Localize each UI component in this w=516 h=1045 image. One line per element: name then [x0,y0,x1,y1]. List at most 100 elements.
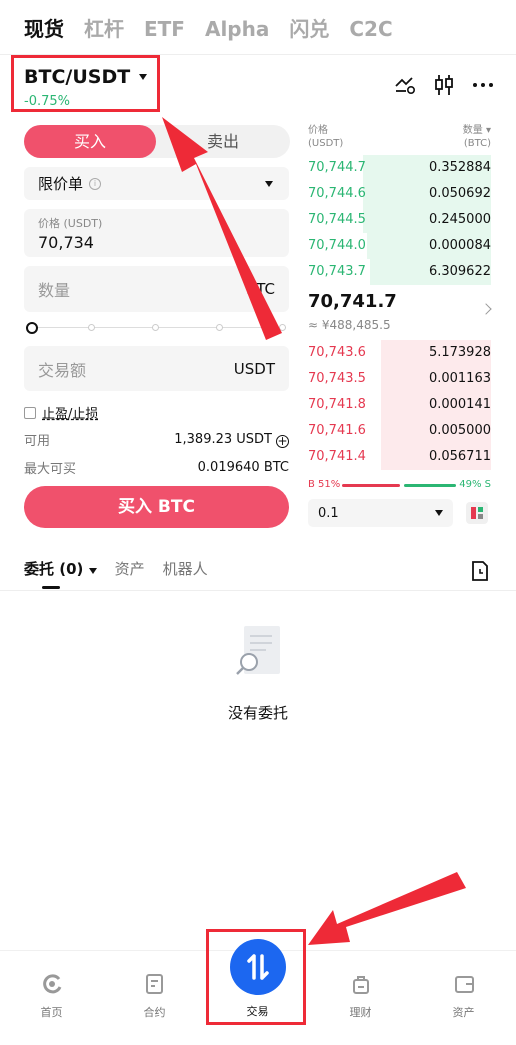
tab-open-orders[interactable]: 委托 (0) [24,558,97,579]
available-label: 可用 [24,434,51,449]
home-icon [43,974,62,994]
price-label: 价格 (USDT) [38,217,103,230]
price-alert-icon[interactable] [394,75,416,95]
ask-qty: 0.245000 [428,212,491,227]
available-row: 可用 1,389.23 USDT + [24,430,289,449]
bid-price: 70,741.6 [308,423,366,438]
tab-etf[interactable]: ETF [144,14,185,46]
empty-orders-icon [236,626,280,675]
slider-step-75[interactable] [216,324,223,331]
tab-spot[interactable]: 现货 [24,14,64,46]
nav-earn[interactable]: 理财 [309,951,412,1045]
tab-open-orders-label: 委托 (0) [24,560,84,578]
earn-icon [353,976,369,994]
ask-qty: 0.000084 [428,238,491,253]
ask-row[interactable]: 70,744.5 0.245000 [308,207,491,233]
candlestick-chart-icon[interactable] [434,74,454,96]
amount-input[interactable]: 数量 BTC [24,266,289,312]
bid-qty: 5.173928 [428,345,491,360]
total-placeholder: 交易额 [38,360,87,380]
bid-price: 70,741.4 [308,449,366,464]
market-tabs: 现货 杠杆 ETF Alpha 闪兑 C2C [24,14,393,46]
depth-value: 0.1 [318,505,339,521]
buy-tab[interactable]: 买入 [24,125,156,158]
price-value[interactable]: 70,734 [38,233,275,252]
tab-margin[interactable]: 杠杆 [84,14,124,46]
max-buy-row: 最大可买 0.019640 BTC [24,458,289,477]
order-tabs: 委托 (0) 资产 机器人 [24,558,208,579]
nav-assets[interactable]: 资产 [412,951,515,1045]
header-actions [394,74,494,96]
ask-row[interactable]: 70,744.6 0.050692 [308,181,491,207]
annotation-arrow-trade [308,872,466,945]
tab-bots[interactable]: 机器人 [163,558,208,579]
bid-row[interactable]: 70,741.4 0.056711 [308,444,491,470]
chevron-right-icon[interactable] [480,303,492,315]
info-icon[interactable]: i [89,177,102,190]
orders-divider [0,590,516,591]
caret-down-icon [88,568,97,574]
amount-slider[interactable] [24,321,289,335]
price-input[interactable]: 价格 (USDT) 70,734 [24,209,289,257]
max-buy-label: 最大可买 [24,462,77,477]
nav-futures-label: 合约 [143,1006,166,1019]
tpsl-checkbox[interactable] [24,406,36,419]
bid-price: 70,743.6 [308,345,366,360]
max-buy-value: 0.019640 BTC [197,460,289,475]
tpsl-label[interactable]: 止盈/止损 [42,403,98,422]
ask-row[interactable]: 70,744.7 0.352884 [308,155,491,181]
buy-ratio: B 51% [308,479,341,490]
tab-c2c[interactable]: C2C [349,14,392,46]
buy-ratio-bar [342,484,400,487]
bid-qty: 0.001163 [428,371,491,386]
available-amount: 1,389.23 USDT [174,431,272,447]
ask-qty: 0.352884 [428,160,491,175]
slider-step-100[interactable] [279,324,286,331]
total-input[interactable]: 交易额 USDT [24,346,289,391]
order-history-icon[interactable] [471,561,489,581]
last-price: 70,741.7 [308,291,397,312]
tab-assets[interactable]: 资产 [115,558,145,579]
ask-price: 70,744.5 [308,212,366,227]
orderbook-layout-icon[interactable] [466,502,488,524]
ask-row[interactable]: 70,743.7 6.309622 [308,259,491,285]
ask-price: 70,744.7 [308,160,366,175]
caret-down-icon [265,180,273,187]
bid-price: 70,743.5 [308,371,366,386]
orderbook-header: 价格 (USDT) 数量 ▾ (BTC) [308,124,491,150]
ob-qty-header[interactable]: 数量 ▾ [463,124,491,137]
ob-qty-header-group[interactable]: 数量 ▾ (BTC) [463,124,491,150]
order-type-select[interactable]: 限价单 i [24,167,289,200]
ask-qty: 6.309622 [428,264,491,279]
bid-row[interactable]: 70,743.6 5.173928 [308,340,491,366]
bid-row[interactable]: 70,741.6 0.005000 [308,418,491,444]
more-icon[interactable] [472,82,494,88]
nav-assets-label: 资产 [452,1006,475,1019]
buy-btc-button[interactable]: 买入 BTC [24,486,289,528]
order-type-label: 限价单 [38,175,84,193]
nav-home[interactable]: 首页 [0,951,103,1045]
ask-row[interactable]: 70,744.0 0.000084 [308,233,491,259]
sell-tab[interactable]: 卖出 [156,125,290,158]
caret-down-icon [435,510,443,516]
sell-ratio: 49% S [459,479,491,490]
nav-futures[interactable]: 合约 [103,951,206,1045]
depth-select[interactable]: 0.1 [308,499,453,527]
bid-row[interactable]: 70,743.5 0.001163 [308,366,491,392]
slider-step-50[interactable] [152,324,159,331]
ob-qty-unit: (BTC) [463,138,491,149]
empty-orders-text: 没有委托 [227,704,288,722]
bid-row[interactable]: 70,741.8 0.000141 [308,392,491,418]
tpsl-toggle[interactable]: 止盈/止损 [24,403,98,422]
bid-price: 70,741.8 [308,397,366,412]
sell-ratio-bar [404,484,456,487]
bid-qty: 0.005000 [428,423,491,438]
annotation-box-trade [206,929,306,1025]
slider-knob[interactable] [26,322,38,334]
slider-step-25[interactable] [88,324,95,331]
nav-home-label: 首页 [40,1006,63,1019]
plus-icon[interactable]: + [276,434,289,448]
tab-alpha[interactable]: Alpha [205,14,269,46]
available-value: 1,389.23 USDT + [174,432,289,448]
tab-convert[interactable]: 闪兑 [289,14,329,46]
